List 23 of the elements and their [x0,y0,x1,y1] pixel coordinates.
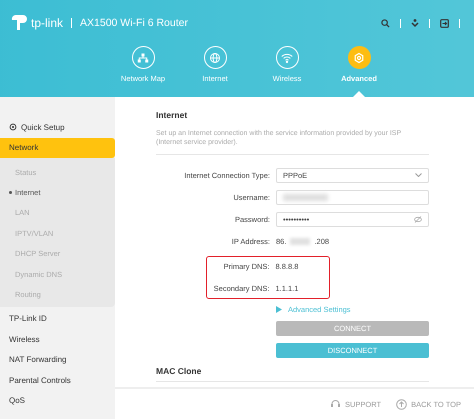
triangle-icon [276,306,282,313]
username-field[interactable] [276,190,429,205]
logo-icon [10,14,28,32]
up-arrow-icon [396,398,408,410]
gear-icon [9,123,17,132]
router-model: AX1500 Wi-Fi 6 Router [80,17,188,29]
sidebar-item[interactable]: Wireless [0,329,115,350]
search-icon[interactable] [381,18,390,28]
sidebar-item[interactable]: NAT Forwarding [0,350,115,370]
logout-icon[interactable] [440,18,449,28]
sidebar-item[interactable]: Parental Controls [0,370,115,391]
blurred-value [283,194,328,201]
section-title: MAC Clone [156,366,429,382]
blurred-value [290,238,310,245]
sidebar-item[interactable]: TP-Link ID [0,308,115,330]
sidebar-item[interactable]: Network [0,138,115,158]
sidebar-item[interactable]: Quick Setup [0,117,115,138]
sidebar-item[interactable]: QoS [0,390,115,412]
download-icon[interactable] [411,18,419,28]
brand-name: tp-link [31,16,64,30]
headset-icon [330,399,341,409]
chevron-icon [415,173,422,178]
section-title: Internet [156,110,188,120]
